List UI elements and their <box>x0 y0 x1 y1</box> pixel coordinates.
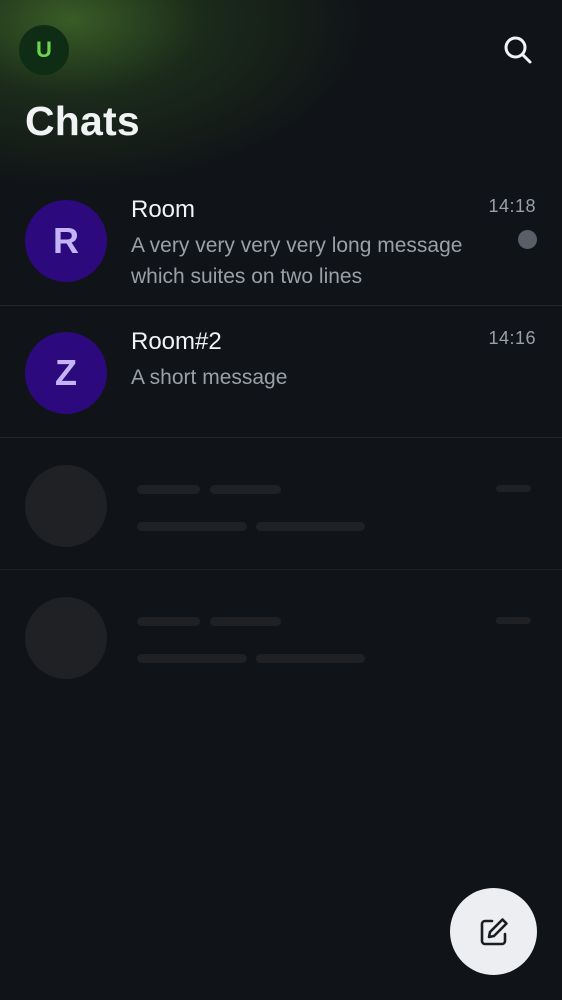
room-skeleton <box>0 438 562 570</box>
room-last-message: A short message <box>131 366 288 389</box>
room-last-message: A very very very very long message which… <box>131 234 463 288</box>
skeleton-bar <box>210 485 281 494</box>
page-title: Chats <box>25 98 140 144</box>
room-item[interactable]: R Room A very very very very long messag… <box>0 174 562 306</box>
user-avatar[interactable]: U <box>19 25 69 75</box>
chat-list-screen: U Chats R Room A very very very very lon… <box>0 0 562 1000</box>
skeleton-bar <box>137 617 200 626</box>
unread-indicator <box>518 230 537 249</box>
compose-icon <box>480 917 508 945</box>
room-timestamp: 14:16 <box>488 328 536 348</box>
skeleton-bar <box>496 485 531 492</box>
skeleton-bar <box>137 654 247 663</box>
header-glow <box>0 0 562 180</box>
skeleton-avatar <box>25 597 107 679</box>
room-avatar-initial: Z <box>55 352 77 393</box>
skeleton-bar <box>256 654 365 663</box>
compose-button[interactable] <box>450 888 537 975</box>
skeleton-bar <box>137 485 200 494</box>
room-name: Room#2 <box>131 328 222 355</box>
skeleton-avatar <box>25 465 107 547</box>
room-list: R Room A very very very very long messag… <box>0 174 562 702</box>
skeleton-bar <box>256 522 365 531</box>
room-avatar: Z <box>25 332 107 414</box>
skeleton-bar <box>210 617 281 626</box>
room-item[interactable]: Z Room#2 A short message 14:16 <box>0 306 562 438</box>
room-skeleton <box>0 570 562 702</box>
search-button[interactable] <box>498 30 538 70</box>
room-timestamp: 14:18 <box>488 196 536 216</box>
skeleton-bar <box>496 617 531 624</box>
room-name: Room <box>131 196 196 223</box>
user-avatar-initial: U <box>36 37 52 62</box>
skeleton-bar <box>137 522 247 531</box>
room-avatar: R <box>25 200 107 282</box>
room-avatar-initial: R <box>53 220 79 261</box>
search-icon <box>504 36 532 64</box>
